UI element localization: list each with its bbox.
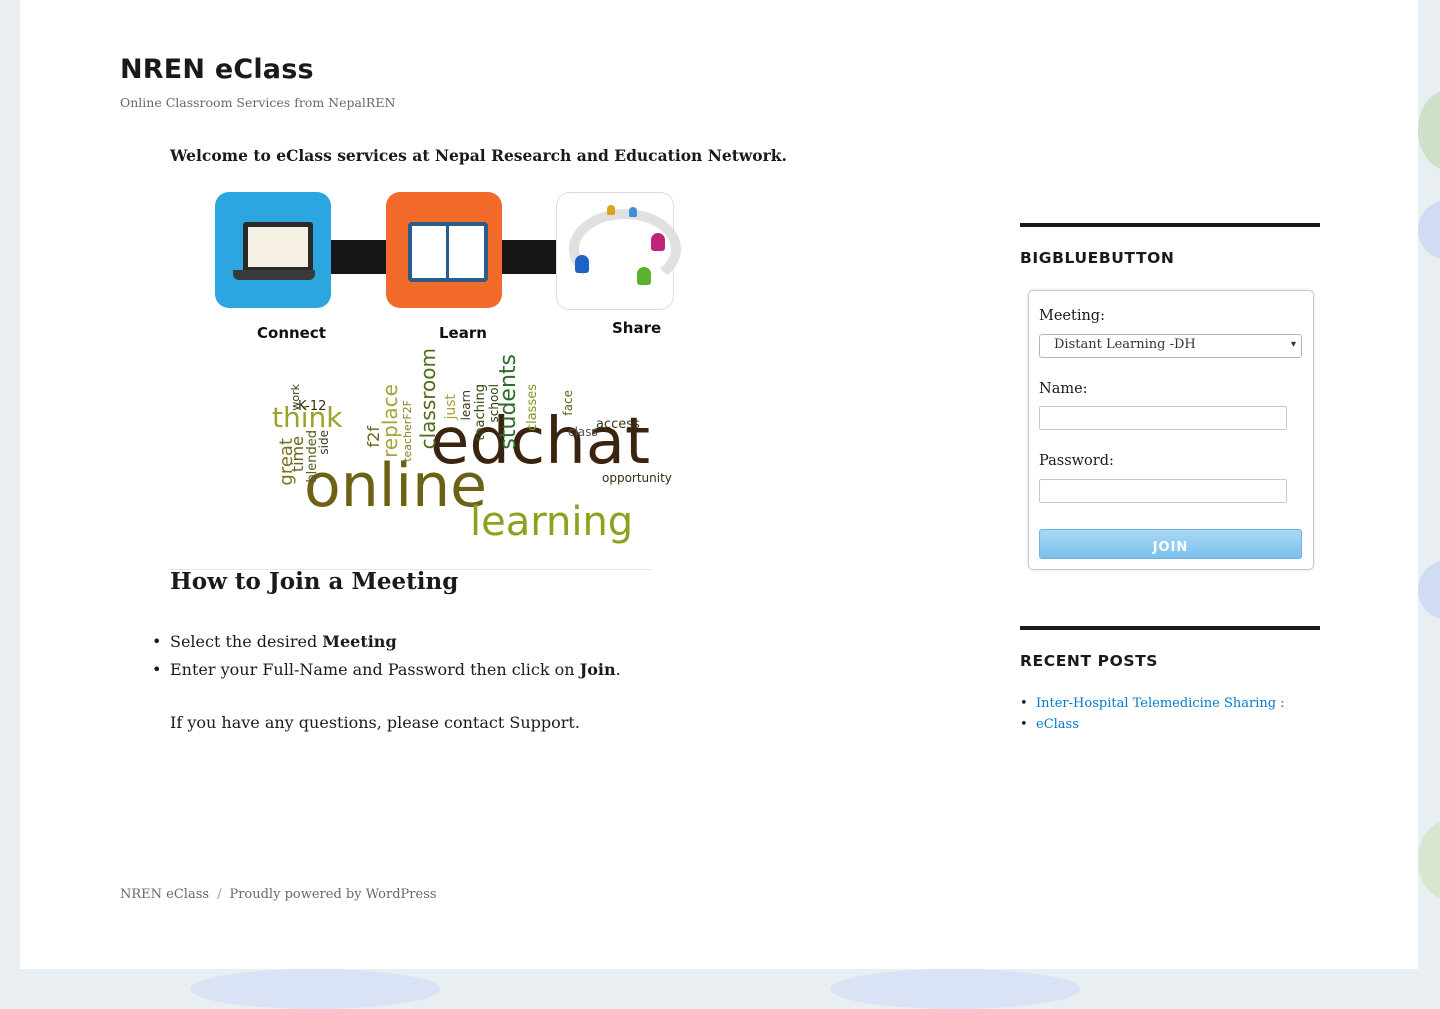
cloud-word: access <box>596 417 640 432</box>
learn-label: Learn <box>439 324 487 342</box>
bbb-widget-title: BigBlueButton <box>1020 249 1175 267</box>
bbb-join-form: Meeting: Distant Learning -DH ▾ Name: Pa… <box>1028 290 1314 570</box>
site-footer: NREN eClass / Proudly powered by WordPress <box>120 887 437 902</box>
background-decoration <box>1418 90 1440 170</box>
background-decoration <box>1418 820 1440 900</box>
cloud-word: teacherF2F <box>401 400 414 462</box>
cloud-word: learn <box>459 390 473 421</box>
cloud-word: face <box>561 390 575 416</box>
howto-heading: How to Join a Meeting <box>170 568 459 595</box>
step-text-end: . <box>615 660 621 679</box>
cloud-word: just <box>443 394 459 420</box>
people-network-icon <box>556 192 681 310</box>
password-field[interactable] <box>1039 479 1287 503</box>
cloud-word: school <box>487 384 501 423</box>
cloud-word: f2f <box>364 426 383 448</box>
background-decoration <box>1418 560 1440 620</box>
background-decoration <box>190 969 440 1009</box>
laptop-icon <box>215 192 331 308</box>
cloud-word: teaching <box>473 384 488 441</box>
background-decoration <box>1418 200 1440 260</box>
widget-rule <box>1020 223 1320 227</box>
step-bold-text: Join <box>579 660 616 679</box>
connect-learn-share-graphic: Connect Learn Share <box>210 188 681 346</box>
cloud-word: side <box>317 430 331 455</box>
footer-site-link[interactable]: NREN eClass <box>120 887 209 902</box>
chevron-down-icon: ▾ <box>1290 339 1296 350</box>
connect-label: Connect <box>257 324 326 342</box>
meeting-selected-value: Distant Learning -DH <box>1054 337 1196 352</box>
recent-posts-title: Recent Posts <box>1020 652 1159 670</box>
meeting-label: Meeting: <box>1039 308 1105 324</box>
widget-rule <box>1020 626 1320 630</box>
cloud-word: replace <box>378 384 402 458</box>
cloud-word: classes <box>525 384 540 432</box>
word-cloud-image: edchat online learning think students cl… <box>252 344 672 550</box>
cloud-word: work <box>289 384 302 411</box>
recent-posts-list: Inter-Hospital Telemedicine Sharing : eC… <box>1020 693 1285 735</box>
background-decoration <box>830 969 1080 1009</box>
site-title[interactable]: NREN eClass <box>120 54 314 85</box>
cloud-word: opportunity <box>602 471 672 485</box>
cloud-word: class <box>568 425 598 439</box>
list-item: Select the desired Meeting <box>152 628 621 656</box>
site-description: Online Classroom Services from NepalREN <box>120 95 396 110</box>
page-container: NREN eClass Online Classroom Services fr… <box>20 0 1418 969</box>
name-field[interactable] <box>1039 406 1287 430</box>
support-text: If you have any questions, please contac… <box>170 713 580 732</box>
instruction-list: Select the desired Meeting Enter your Fu… <box>152 628 621 684</box>
cloud-word: learning <box>470 499 634 545</box>
cloud-word: students <box>496 354 521 450</box>
cloud-word: classroom <box>416 348 440 450</box>
cloud-word: K-12 <box>298 399 327 414</box>
powered-by-link[interactable]: Proudly powered by WordPress <box>229 887 436 902</box>
recent-post-link[interactable]: eClass <box>1020 714 1285 735</box>
book-icon <box>386 192 502 308</box>
list-item: Enter your Full-Name and Password then c… <box>152 656 621 684</box>
cloud-word: time <box>288 436 307 473</box>
step-text: Enter your Full-Name and Password then c… <box>170 660 580 679</box>
step-text: Select the desired <box>170 632 323 651</box>
cloud-word: online <box>304 451 488 521</box>
password-label: Password: <box>1039 453 1114 469</box>
welcome-text: Welcome to eClass services at Nepal Rese… <box>170 146 787 165</box>
join-button[interactable]: JOIN <box>1039 529 1302 559</box>
footer-separator: / <box>217 887 222 902</box>
step-bold-text: Meeting <box>322 632 397 651</box>
meeting-select[interactable]: Distant Learning -DH ▾ <box>1039 334 1302 358</box>
share-label: Share <box>612 319 662 337</box>
name-label: Name: <box>1039 381 1088 397</box>
recent-post-link[interactable]: Inter-Hospital Telemedicine Sharing : <box>1020 693 1285 714</box>
